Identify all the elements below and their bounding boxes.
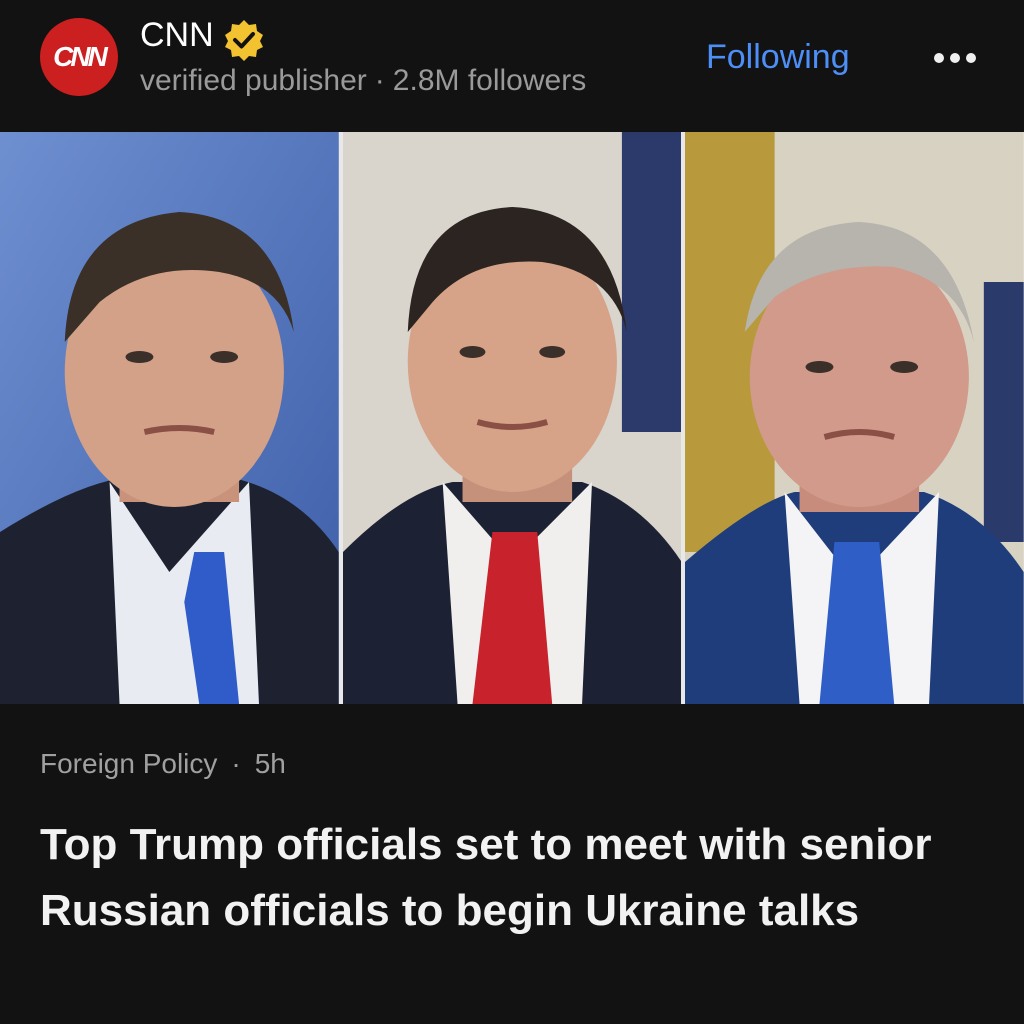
publisher-name[interactable]: CNN xyxy=(140,16,214,55)
photo-right xyxy=(685,132,1024,704)
publisher-logo-text: CNN xyxy=(53,41,108,72)
article-meta-separator: · xyxy=(231,748,241,779)
following-button[interactable]: Following xyxy=(706,38,850,77)
meta-separator: · xyxy=(374,64,385,97)
follower-count: 2.8M followers xyxy=(392,64,587,97)
article-category[interactable]: Foreign Policy xyxy=(40,748,217,779)
publisher-meta: verified publisher · 2.8M followers xyxy=(140,64,586,98)
article-age: 5h xyxy=(254,748,286,779)
photo-left xyxy=(0,132,339,704)
article-meta: Foreign Policy · 5h xyxy=(40,748,286,780)
article-headline[interactable]: Top Trump officials set to meet with sen… xyxy=(40,812,990,944)
photo-center xyxy=(342,132,682,704)
more-options-icon[interactable] xyxy=(930,46,980,70)
article-image[interactable] xyxy=(0,132,1024,704)
publisher-logo[interactable]: CNN xyxy=(40,18,118,96)
verified-check-icon xyxy=(225,20,263,61)
publisher-header: CNN CNN verified publisher · 2.8M follower… xyxy=(0,0,1024,132)
publisher-subtitle: verified publisher xyxy=(140,64,367,97)
